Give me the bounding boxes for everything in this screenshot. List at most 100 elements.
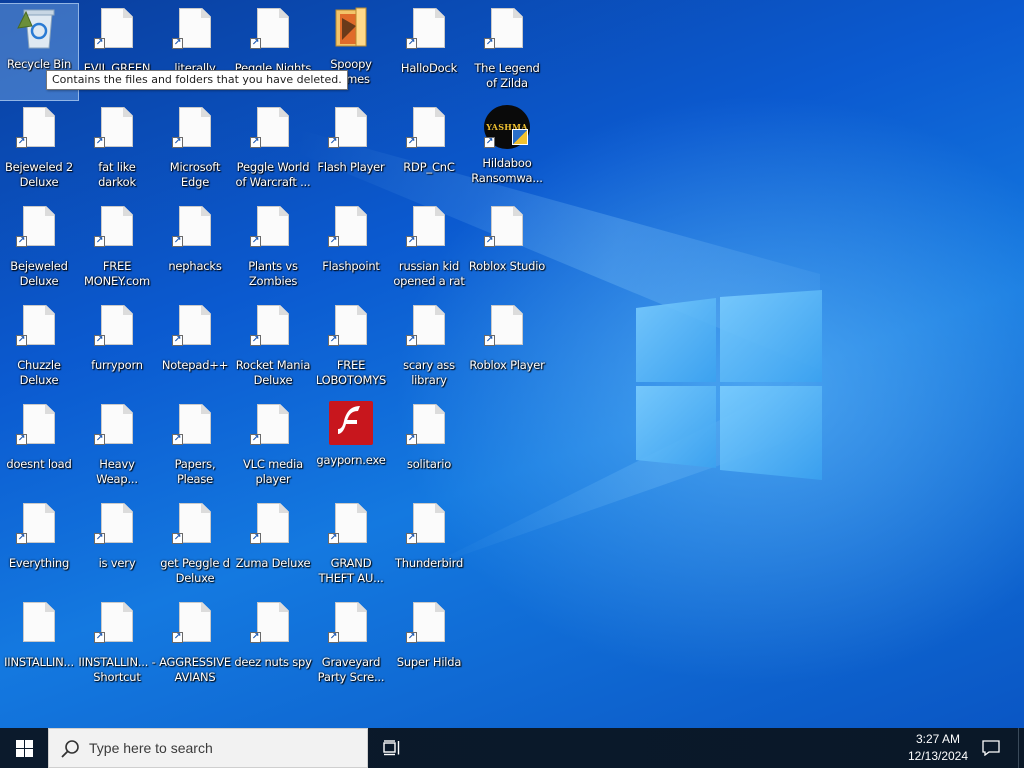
desktop-icon-label: Notepad++ bbox=[161, 358, 229, 372]
desktop-icon-label: russian kid opened a rat bbox=[393, 259, 465, 288]
shortcut-arrow-icon: ↗ bbox=[94, 434, 105, 445]
desktop-icon[interactable]: ↗ Bejeweled 2 Deluxe bbox=[0, 103, 78, 199]
task-view-button[interactable] bbox=[376, 728, 408, 768]
desktop-icon-label: Bejeweled Deluxe bbox=[10, 259, 68, 288]
desktop-icon[interactable]: ↗ Heavy Weap... bbox=[78, 400, 156, 496]
desktop-icon[interactable]: ↗ Roblox Player bbox=[468, 301, 546, 397]
desktop-background[interactable]: Recycle Bin ↗ EVIL GREEN ↗ literally ↗ Peggle … bbox=[0, 0, 1024, 728]
desktop-icon[interactable]: ↗ GRAND THEFT AU... bbox=[312, 499, 390, 595]
desktop-icon[interactable]: ↗ HalloDock bbox=[390, 4, 468, 100]
search-placeholder: Type here to search bbox=[89, 740, 213, 756]
folder-icon bbox=[335, 7, 367, 47]
desktop-icon[interactable]: ↗ Chuzzle Deluxe bbox=[0, 301, 78, 397]
desktop-icon[interactable]: gayporn.exe bbox=[312, 400, 390, 496]
shortcut-arrow-icon: ↗ bbox=[484, 335, 495, 346]
desktop-icon[interactable]: ↗ Thunderbird bbox=[390, 499, 468, 595]
shortcut-arrow-icon: ↗ bbox=[172, 38, 183, 49]
desktop-icon-label: deez nuts spy bbox=[234, 655, 312, 669]
desktop-icon-label: furryporn bbox=[91, 358, 143, 372]
desktop-icon[interactable]: ↗ fat like darkok bbox=[78, 103, 156, 199]
desktop-icon[interactable]: ↗ FREE MONEY.com bbox=[78, 202, 156, 298]
desktop-icon-label: fat like darkok bbox=[98, 160, 136, 189]
desktop-icon[interactable]: ↗ is very bbox=[78, 499, 156, 595]
shortcut-arrow-icon: ↗ bbox=[250, 137, 261, 148]
desktop-icon-label: Roblox Player bbox=[469, 358, 545, 372]
desktop-icon-label: AGGRESSIVE AVIANS bbox=[159, 655, 231, 684]
shortcut-arrow-icon: ↗ bbox=[94, 533, 105, 544]
desktop-icon[interactable]: ↗ Zuma Deluxe bbox=[234, 499, 312, 595]
shortcut-arrow-icon: ↗ bbox=[328, 335, 339, 346]
desktop-icon-label: Flashpoint bbox=[322, 259, 380, 273]
desktop-icon[interactable]: ↗ AGGRESSIVE AVIANS bbox=[156, 598, 234, 694]
show-desktop-button[interactable] bbox=[1018, 728, 1024, 768]
desktop-icon-label: nephacks bbox=[168, 259, 222, 273]
clock-date: 12/13/2024 bbox=[907, 749, 969, 763]
action-center-button[interactable] bbox=[982, 728, 1000, 768]
desktop-icon[interactable]: ↗ Bejeweled Deluxe bbox=[0, 202, 78, 298]
desktop-icon[interactable]: YASHMA ↗ Hildaboo Ransomwa... bbox=[468, 103, 546, 199]
shortcut-arrow-icon: ↗ bbox=[484, 38, 495, 49]
desktop-icon[interactable]: ↗ scary ass library bbox=[390, 301, 468, 397]
desktop-icon[interactable]: ↗ Plants vs Zombies bbox=[234, 202, 312, 298]
start-button[interactable] bbox=[0, 728, 48, 768]
desktop-icon-label: HalloDock bbox=[400, 61, 458, 75]
desktop-icon[interactable]: ↗ Microsoft Edge bbox=[156, 103, 234, 199]
desktop-icon-label: Flash Player bbox=[317, 160, 385, 174]
desktop-icon[interactable]: ↗ Flashpoint bbox=[312, 202, 390, 298]
desktop-icon-label: Heavy Weap... bbox=[96, 457, 138, 486]
desktop-icon[interactable]: ↗ deez nuts spy bbox=[234, 598, 312, 694]
desktop-icon[interactable]: ↗ Notepad++ bbox=[156, 301, 234, 397]
desktop-icon-label: Microsoft Edge bbox=[169, 160, 221, 189]
desktop-icon[interactable]: ↗ Papers, Please bbox=[156, 400, 234, 496]
desktop-icon-label: Rocket Mania Deluxe bbox=[235, 358, 311, 387]
desktop-icon-label: doesnt load bbox=[6, 457, 72, 471]
desktop-icon[interactable]: ↗ Roblox Studio bbox=[468, 202, 546, 298]
desktop-icon-label: IINSTALLIN... - Shortcut bbox=[78, 655, 156, 684]
shortcut-arrow-icon: ↗ bbox=[250, 236, 261, 247]
desktop-icon[interactable]: ↗ VLC media player bbox=[234, 400, 312, 496]
notification-icon bbox=[982, 740, 1000, 756]
recycle-bin-tooltip: Contains the files and folders that you … bbox=[46, 70, 348, 90]
desktop-icon[interactable]: ↗ nephacks bbox=[156, 202, 234, 298]
desktop-icon[interactable]: ↗ doesnt load bbox=[0, 400, 78, 496]
shortcut-arrow-icon: ↗ bbox=[94, 38, 105, 49]
desktop-icon-label: Graveyard Party Scre... bbox=[317, 655, 385, 684]
shortcut-arrow-icon: ↗ bbox=[94, 632, 105, 643]
desktop-icon[interactable]: ↗ solitario bbox=[390, 400, 468, 496]
desktop-icon-label: Papers, Please bbox=[174, 457, 216, 486]
desktop-icon[interactable]: ↗ IINSTALLIN... - Shortcut bbox=[78, 598, 156, 694]
shortcut-arrow-icon: ↗ bbox=[484, 236, 495, 247]
shortcut-arrow-icon: ↗ bbox=[406, 137, 417, 148]
shortcut-arrow-icon: ↗ bbox=[406, 632, 417, 643]
desktop-icon[interactable]: ↗ Flash Player bbox=[312, 103, 390, 199]
file-icon bbox=[16, 602, 62, 648]
desktop-icon[interactable]: ↗ russian kid opened a rat bbox=[390, 202, 468, 298]
desktop-icon[interactable]: ↗ The Legend of Zilda bbox=[468, 4, 546, 100]
desktop-icon[interactable]: ↗ Super Hilda bbox=[390, 598, 468, 694]
desktop-icon[interactable]: ↗ Rocket Mania Deluxe bbox=[234, 301, 312, 397]
flash-player-icon bbox=[329, 401, 373, 445]
shortcut-arrow-icon: ↗ bbox=[328, 632, 339, 643]
desktop-icon[interactable]: ↗ Graveyard Party Scre... bbox=[312, 598, 390, 694]
shortcut-arrow-icon: ↗ bbox=[172, 434, 183, 445]
desktop-icon-label: The Legend of Zilda bbox=[474, 61, 540, 90]
shortcut-arrow-icon: ↗ bbox=[94, 236, 105, 247]
desktop-icon[interactable]: ↗ furryporn bbox=[78, 301, 156, 397]
desktop-icon[interactable]: ↗ get Peggle d Deluxe bbox=[156, 499, 234, 595]
shortcut-arrow-icon: ↗ bbox=[16, 236, 27, 247]
shortcut-arrow-icon: ↗ bbox=[406, 434, 417, 445]
desktop-icon[interactable]: ↗ FREE LOBOTOMYS bbox=[312, 301, 390, 397]
recycle-bin-icon bbox=[17, 9, 55, 49]
shortcut-arrow-icon: ↗ bbox=[250, 632, 261, 643]
taskbar-search-box[interactable]: Type here to search bbox=[48, 728, 368, 768]
desktop-icon-label: Thunderbird bbox=[394, 556, 464, 570]
desktop-icon-label: Bejeweled 2 Deluxe bbox=[4, 160, 74, 189]
desktop-icon[interactable]: ↗ Everything bbox=[0, 499, 78, 595]
desktop-icon[interactable]: ↗ RDP_CnC bbox=[390, 103, 468, 199]
desktop-icon[interactable]: ↗ Peggle World of Warcraft ... bbox=[234, 103, 312, 199]
desktop-icon-label: Peggle World of Warcraft ... bbox=[235, 160, 311, 189]
taskbar-clock[interactable]: 3:27 AM 12/13/2024 bbox=[892, 731, 984, 765]
desktop-icon[interactable]: IINSTALLIN... bbox=[0, 598, 78, 694]
shortcut-arrow-icon: ↗ bbox=[172, 632, 183, 643]
desktop-icon-label: get Peggle d Deluxe bbox=[160, 556, 230, 585]
